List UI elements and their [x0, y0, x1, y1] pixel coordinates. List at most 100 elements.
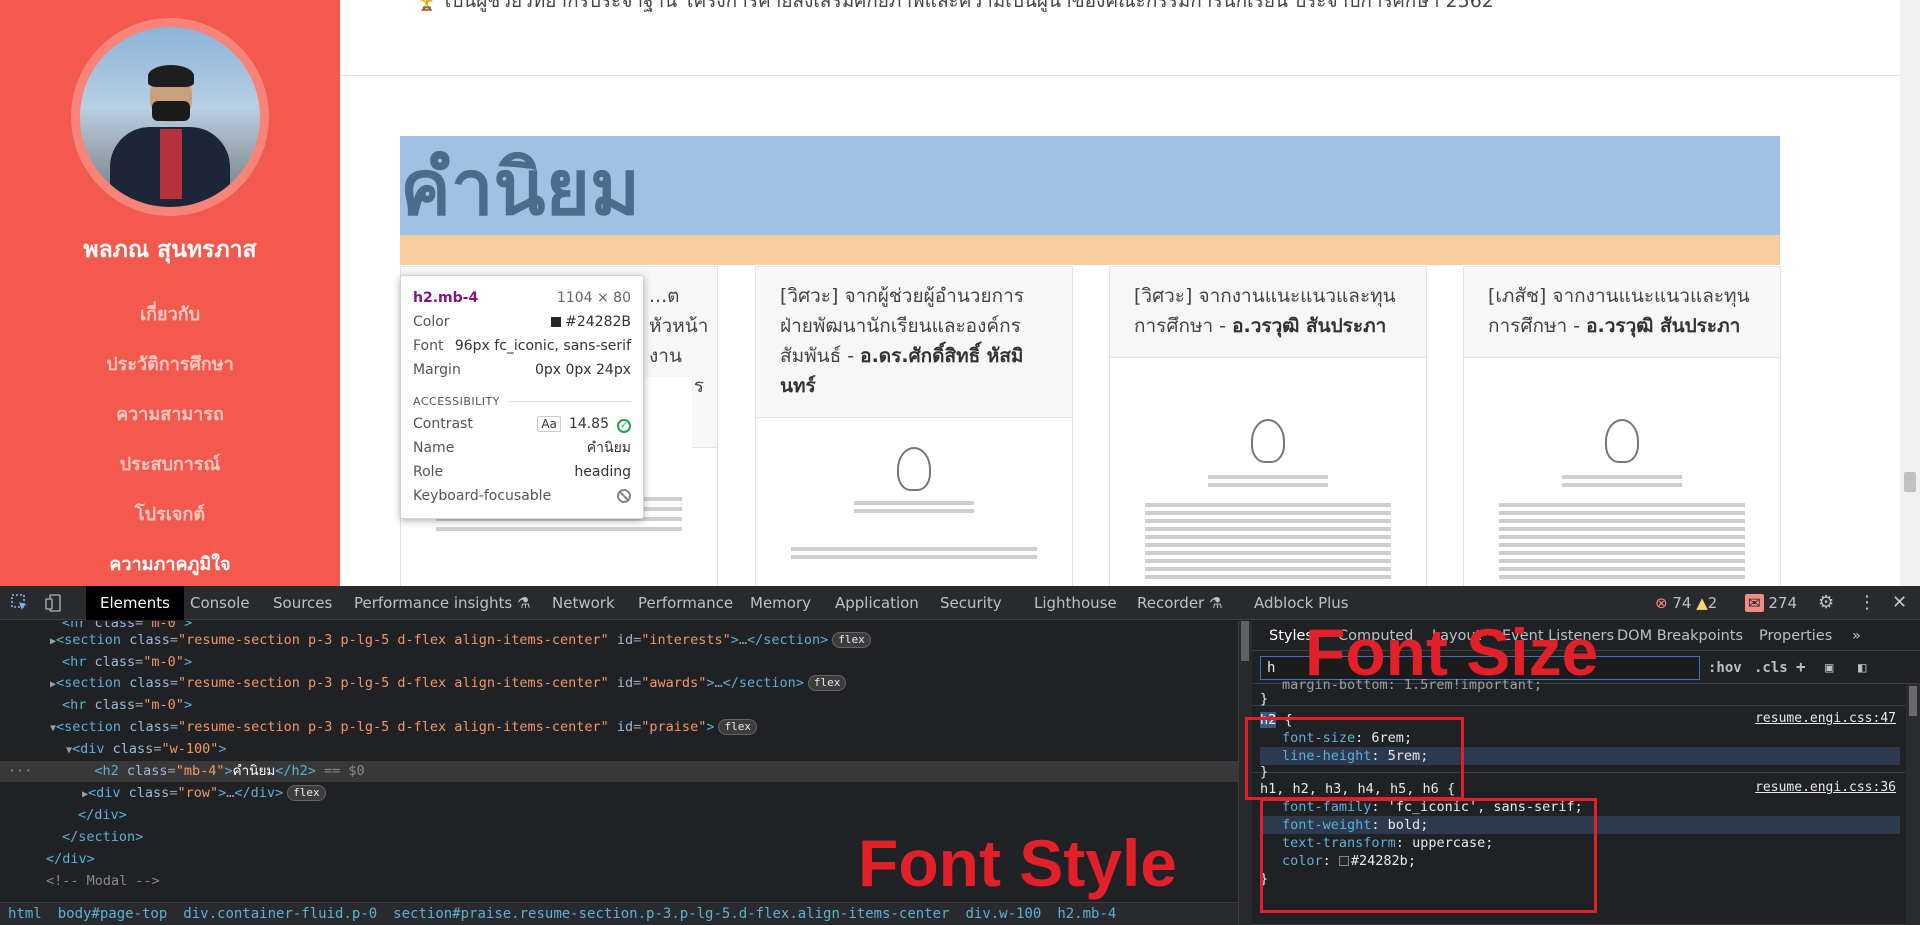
card-header: [วิศวะ] จากผู้ช่วยผู้อำนวยการฝ่ายพัฒนานั…: [756, 267, 1072, 418]
breadcrumb-item[interactable]: body#page-top: [58, 906, 168, 922]
dom-node[interactable]: ▶<div class="row">…</div> flex: [0, 783, 326, 804]
dom-node[interactable]: </section>: [0, 827, 143, 848]
device-toolbar-icon[interactable]: [44, 593, 64, 613]
flex-badge[interactable]: flex: [807, 675, 847, 691]
issues-icon: ✉: [1745, 594, 1764, 612]
letter-image: [781, 437, 1047, 586]
more-tabs-icon[interactable]: »: [1852, 621, 1861, 651]
breadcrumb-item[interactable]: h2.mb-4: [1057, 906, 1116, 922]
flask-icon: ⚗: [516, 594, 531, 612]
nav-about[interactable]: เกี่ยวกับ: [0, 300, 340, 350]
contrast-aa-icon: Aa: [537, 415, 561, 432]
tab-console[interactable]: Console: [190, 586, 250, 620]
flex-badge[interactable]: flex: [832, 632, 871, 648]
hover-state-button[interactable]: :hov: [1708, 660, 1742, 676]
settings-gear-icon[interactable]: ⚙: [1818, 586, 1834, 620]
inspect-element-icon[interactable]: [10, 593, 30, 613]
dom-node[interactable]: <hr class="m-0">: [0, 652, 192, 673]
error-count: 74: [1672, 594, 1692, 612]
styles-scrollbar[interactable]: [1906, 684, 1920, 925]
inspect-tooltip: h2.mb-4 1104 × 80 Color #24282B Font 96px f…: [400, 275, 644, 519]
sidebar-toggle-icon[interactable]: ◧: [1858, 660, 1866, 676]
dom-node[interactable]: </div>: [0, 805, 127, 826]
tooltip-contrast-label: Contrast: [413, 416, 473, 432]
tooltip-name-value: คำนิยม: [586, 440, 631, 456]
css-rule-end: }: [1260, 691, 1269, 707]
nav-experience[interactable]: ประสบการณ์: [0, 450, 340, 500]
dom-node[interactable]: <!-- Modal -->: [0, 871, 160, 892]
close-devtools-icon[interactable]: ✕: [1892, 586, 1907, 620]
nav-projects[interactable]: โปรเจกต์: [0, 500, 340, 550]
tab-network[interactable]: Network: [552, 586, 615, 620]
warning-count: 2: [1707, 594, 1718, 612]
tab-label: Performance insights: [354, 594, 513, 612]
tab-application[interactable]: Application: [835, 586, 919, 620]
tooltip-focusable-label: Keyboard-focusable: [413, 488, 552, 504]
warning-icon: ▲: [1696, 594, 1708, 612]
new-rule-icon[interactable]: +: [1796, 657, 1806, 676]
breadcrumb-item[interactable]: div.container-fluid.p-0: [183, 906, 377, 922]
web-page: พลภณ สุนทรภาส เกี่ยวกับ ประวัติการศึกษา …: [0, 0, 1920, 586]
tooltip-role-label: Role: [413, 464, 444, 480]
section-divider: [340, 75, 1900, 76]
praise-card[interactable]: [เภสัช] จากงานแนะแนวและทุนการศึกษา - อ.ว…: [1463, 266, 1781, 586]
scrollbar-thumb[interactable]: [1904, 472, 1916, 492]
nav-education[interactable]: ประวัติการศึกษา: [0, 350, 340, 400]
flex-badge[interactable]: flex: [718, 719, 757, 735]
tab-properties[interactable]: Properties: [1759, 621, 1832, 651]
scrollbar-thumb[interactable]: [1909, 686, 1917, 716]
element-highlight-margin: [400, 235, 1780, 265]
class-toggle-button[interactable]: .cls: [1754, 660, 1788, 676]
nav-awards[interactable]: ความภาคภูมิใจ: [0, 550, 340, 586]
more-options-icon[interactable]: ⋮: [1858, 586, 1876, 620]
page-scrollbar[interactable]: [1900, 0, 1920, 586]
scrollbar-thumb[interactable]: [1241, 621, 1249, 661]
dom-node[interactable]: ▶<section class="resume-section p-3 p-lg…: [0, 673, 847, 694]
tab-security[interactable]: Security: [940, 586, 1002, 620]
issues-counter[interactable]: ✉ 274: [1745, 586, 1797, 620]
award-text-label: เป็นผู้ช่วยวิทยากรประจำฐาน โครงการค่ายส่…: [444, 0, 1494, 12]
dom-node[interactable]: ▼<section class="resume-section p-3 p-lg…: [0, 717, 757, 738]
tooltip-margin-label: Margin: [413, 362, 461, 378]
dom-node[interactable]: <hr class="m-0">: [0, 695, 192, 716]
dom-node-selected[interactable]: ··· <h2 class="mb-4">คำนิยม</h2> == $0: [0, 761, 1238, 782]
tab-sources[interactable]: Sources: [273, 586, 332, 620]
css-source-link[interactable]: resume.engi.css:36: [1755, 780, 1896, 795]
trophy-icon: 🏆: [415, 0, 439, 12]
tooltip-font-label: Font: [413, 338, 444, 354]
tab-label: Recorder: [1137, 594, 1205, 612]
seal-icon: [1605, 419, 1639, 463]
tooltip-color-value: #24282B: [565, 314, 631, 330]
css-source-link[interactable]: resume.engi.css:47: [1755, 711, 1896, 726]
error-counter[interactable]: ⊗ 74 ▲2: [1655, 586, 1717, 620]
paint-icon[interactable]: ▣: [1825, 660, 1833, 676]
award-text: 🏆 เป็นผู้ช่วยวิทยากรประจำฐาน โครงการค่าย…: [415, 0, 1494, 16]
font-style-highlight-box: [1260, 798, 1597, 913]
devtools-tabbar: Elements Console Sources Performance ins…: [0, 586, 1920, 620]
avatar: [71, 18, 269, 216]
nav-skills[interactable]: ความสามารถ: [0, 400, 340, 450]
tab-lighthouse[interactable]: Lighthouse: [1034, 586, 1117, 620]
tab-performance[interactable]: Performance: [638, 586, 733, 620]
dom-node[interactable]: </div>: [0, 849, 95, 870]
breadcrumb-item[interactable]: section#praise.resume-section.p-3.p-lg-5…: [393, 906, 949, 922]
tooltip-margin-value: 0px 0px 24px: [534, 362, 631, 378]
breadcrumb-item[interactable]: div.w-100: [965, 906, 1041, 922]
dom-node[interactable]: ▼<div class="w-100">: [0, 739, 227, 760]
tab-elements[interactable]: Elements: [86, 586, 184, 620]
tab-performance-insights[interactable]: Performance insights ⚗: [354, 586, 530, 620]
praise-card[interactable]: [วิศวะ] จากงานแนะแนวและทุนการศึกษา - อ.ว…: [1109, 266, 1427, 586]
tab-dom-breakpoints[interactable]: DOM Breakpoints: [1617, 621, 1743, 651]
praise-card[interactable]: [วิศวะ] จากผู้ช่วยผู้อำนวยการฝ่ายพัฒนานั…: [755, 266, 1073, 586]
dom-node[interactable]: ▶<section class="resume-section p-3 p-lg…: [0, 630, 871, 651]
flex-badge[interactable]: flex: [287, 785, 326, 801]
sidebar-nav: เกี่ยวกับ ประวัติการศึกษา ความสามารถ ประ…: [0, 300, 340, 586]
issues-count: 274: [1768, 594, 1797, 612]
tab-recorder[interactable]: Recorder ⚗: [1137, 586, 1222, 620]
tooltip-name-label: Name: [413, 440, 455, 456]
breadcrumb-item[interactable]: html: [8, 906, 42, 922]
tab-memory[interactable]: Memory: [750, 586, 811, 620]
profile-photo: [80, 27, 260, 207]
tooltip-font-value: 96px fc_iconic, sans-serif: [454, 338, 631, 354]
card-header: [เภสัช] จากงานแนะแนวและทุนการศึกษา - อ.ว…: [1464, 267, 1780, 358]
